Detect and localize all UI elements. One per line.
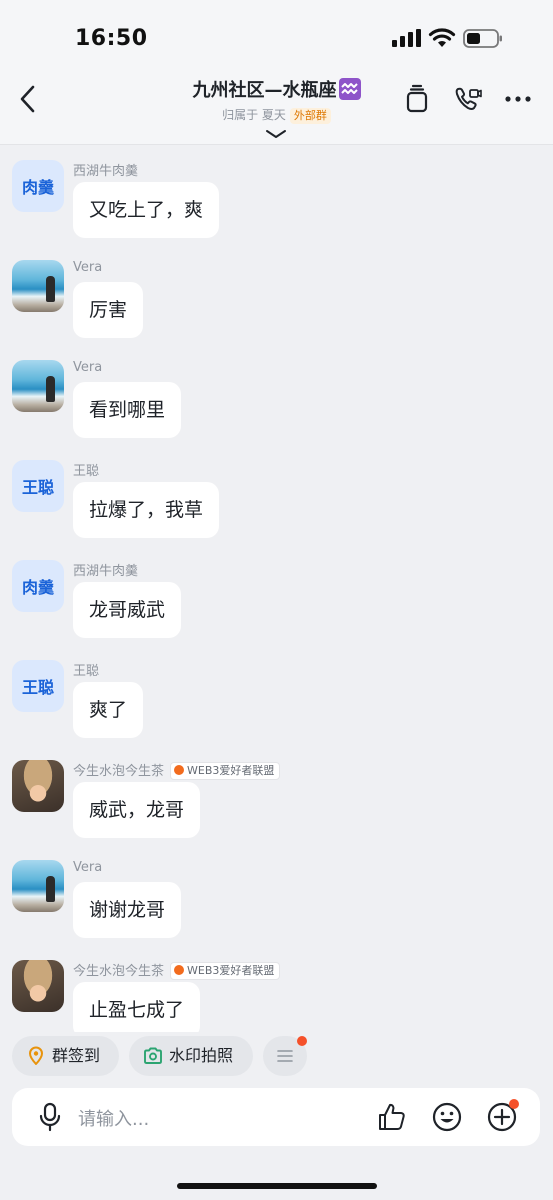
sender-name: 王聪 bbox=[73, 664, 100, 679]
message-bubble[interactable]: 拉爆了，我草 bbox=[73, 482, 220, 538]
home-indicator bbox=[177, 1183, 377, 1189]
battery-icon bbox=[463, 29, 502, 48]
status-bar: 16:50 bbox=[0, 0, 553, 70]
message-item: Vera 厉害 bbox=[0, 246, 553, 346]
sender-name: 今生水泡今生茶 bbox=[73, 764, 165, 779]
chat-subtitle: 归属于 夏天 外部群 bbox=[150, 106, 403, 124]
chat-title-block[interactable]: 九州社区—水瓶座 归属于 夏天 外部群 bbox=[150, 76, 403, 124]
smiley-icon[interactable] bbox=[431, 1101, 463, 1133]
avatar[interactable] bbox=[12, 860, 64, 912]
cellular-signal-icon bbox=[392, 29, 421, 47]
sender-name: Vera bbox=[73, 260, 103, 275]
group-tag-label: WEB3爱好者联盟 bbox=[187, 764, 275, 777]
avatar[interactable]: 肉羹 bbox=[12, 560, 64, 612]
message-item: 肉羹 西湖牛肉羹 龙哥威武 bbox=[0, 546, 553, 646]
thumbs-up-icon[interactable] bbox=[376, 1101, 408, 1133]
watermark-photo-label: 水印拍照 bbox=[169, 1046, 234, 1065]
notification-dot bbox=[509, 1099, 519, 1109]
sender-row: 今生水泡今生茶 WEB3爱好者联盟 bbox=[73, 760, 281, 780]
chevron-down-icon[interactable] bbox=[265, 128, 287, 140]
group-logo-icon bbox=[174, 965, 185, 975]
message-item: 今生水泡今生茶 WEB3爱好者联盟 威武，龙哥 bbox=[0, 746, 553, 846]
chat-title: 九州社区—水瓶座 bbox=[150, 76, 403, 102]
group-logo-icon bbox=[174, 765, 185, 775]
phone-video-icon[interactable] bbox=[453, 84, 483, 114]
group-checkin-button[interactable]: 群签到 bbox=[12, 1036, 119, 1076]
message-item: Vera 谢谢龙哥 bbox=[0, 846, 553, 946]
avatar[interactable]: 肉羹 bbox=[12, 160, 64, 212]
notification-dot bbox=[297, 1036, 307, 1046]
avatar[interactable] bbox=[12, 760, 64, 812]
avatar[interactable]: 王聪 bbox=[12, 660, 64, 712]
message-list[interactable]: 肉羹 西湖牛肉羹 又吃上了，爽 Vera 厉害 Vera 看到哪里 王聪 王聪 … bbox=[0, 146, 553, 1032]
message-item: Vera 看到哪里 bbox=[0, 346, 553, 446]
sender-name: 今生水泡今生茶 bbox=[73, 964, 165, 979]
chat-header: 九州社区—水瓶座 归属于 夏天 外部群 bbox=[0, 70, 553, 145]
chevron-left-icon[interactable] bbox=[12, 82, 46, 116]
sender-name: Vera bbox=[73, 860, 103, 875]
sender-name: 王聪 bbox=[73, 464, 100, 479]
owner-label: 归属于 夏天 bbox=[222, 108, 286, 122]
group-tag[interactable]: WEB3爱好者联盟 bbox=[170, 962, 281, 980]
message-bubble[interactable]: 爽了 bbox=[73, 682, 144, 738]
sender-name: 西湖牛肉羹 bbox=[73, 164, 139, 179]
message-bubble[interactable]: 威武，龙哥 bbox=[73, 782, 201, 838]
status-time: 16:50 bbox=[75, 26, 148, 51]
chat-title-text: 九州社区—水瓶座 bbox=[192, 80, 337, 101]
message-bubble[interactable]: 又吃上了，爽 bbox=[73, 182, 220, 238]
stacked-docs-icon[interactable] bbox=[402, 84, 432, 114]
group-checkin-label: 群签到 bbox=[52, 1046, 101, 1065]
message-bubble[interactable]: 止盈七成了 bbox=[73, 982, 201, 1032]
sender-name: Vera bbox=[73, 360, 103, 375]
location-pin-icon bbox=[29, 1046, 43, 1065]
avatar[interactable]: 王聪 bbox=[12, 460, 64, 512]
message-item: 今生水泡今生茶 WEB3爱好者联盟 止盈七成了 bbox=[0, 946, 553, 1032]
group-tag[interactable]: WEB3爱好者联盟 bbox=[170, 762, 281, 780]
message-item: 肉羹 西湖牛肉羹 又吃上了，爽 bbox=[0, 146, 553, 246]
microphone-icon[interactable] bbox=[36, 1102, 64, 1132]
group-tag-label: WEB3爱好者联盟 bbox=[187, 964, 275, 977]
aquarius-emoji bbox=[338, 78, 361, 100]
message-bubble[interactable]: 厉害 bbox=[73, 282, 144, 338]
message-item: 王聪 王聪 拉爆了，我草 bbox=[0, 446, 553, 546]
quick-action-bar: 群签到 水印拍照 bbox=[0, 1033, 553, 1083]
avatar[interactable] bbox=[12, 960, 64, 1012]
camera-icon bbox=[144, 1047, 162, 1064]
sender-name: 西湖牛肉羹 bbox=[73, 564, 139, 579]
wifi-icon bbox=[428, 28, 456, 47]
message-item: 王聪 王聪 爽了 bbox=[0, 646, 553, 746]
message-bubble[interactable]: 龙哥威武 bbox=[73, 582, 182, 638]
avatar[interactable] bbox=[12, 260, 64, 312]
avatar[interactable] bbox=[12, 360, 64, 412]
message-input[interactable]: 请输入... bbox=[78, 1105, 149, 1131]
external-group-badge: 外部群 bbox=[289, 108, 331, 124]
more-actions-button[interactable] bbox=[263, 1036, 307, 1076]
menu-lines-icon bbox=[277, 1050, 293, 1062]
message-bubble[interactable]: 谢谢龙哥 bbox=[73, 882, 182, 938]
watermark-photo-button[interactable]: 水印拍照 bbox=[129, 1036, 253, 1076]
message-bubble[interactable]: 看到哪里 bbox=[73, 382, 182, 438]
more-dots-icon[interactable] bbox=[503, 84, 533, 114]
message-composer: 请输入... bbox=[12, 1088, 540, 1146]
sender-row: 今生水泡今生茶 WEB3爱好者联盟 bbox=[73, 960, 281, 980]
